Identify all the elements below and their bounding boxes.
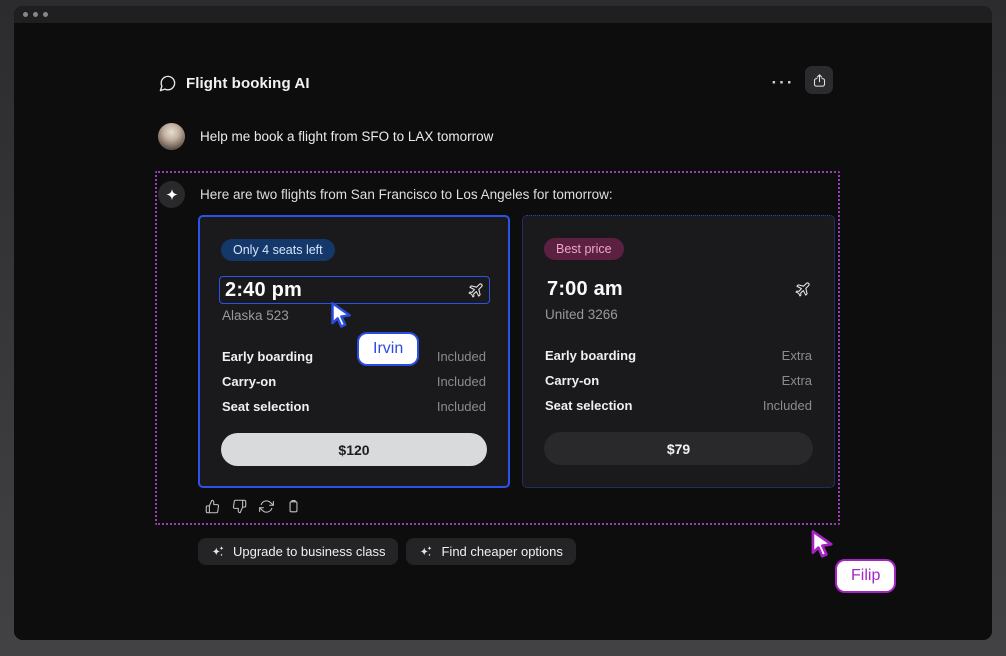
flight-number: United 3266 (545, 307, 618, 322)
copy-button[interactable] (283, 496, 304, 516)
price-button[interactable]: $79 (544, 432, 813, 465)
flight-card-united[interactable]: Best price 7:00 am United 3266 Early boa… (522, 215, 835, 488)
copy-icon (286, 499, 301, 514)
feature-row: Seat selection Included (222, 394, 486, 419)
window-control-dot[interactable] (43, 12, 48, 17)
chip-upgrade-business[interactable]: Upgrade to business class (198, 538, 398, 565)
app-window: Flight booking AI ··· Help me book a fli… (14, 6, 992, 640)
flight-time-row[interactable]: 2:40 pm (219, 276, 490, 304)
feature-row: Seat selection Included (545, 393, 812, 418)
feature-value: Extra (782, 348, 812, 363)
cursor-arrow-icon (806, 528, 838, 560)
feature-row: Early boarding Extra (545, 343, 812, 368)
feature-row: Early boarding Included (222, 344, 486, 369)
sparkles-icon (211, 545, 225, 559)
feature-value: Extra (782, 373, 812, 388)
airplane-icon (794, 281, 811, 298)
feature-row: Carry-on Included (222, 369, 486, 394)
scarcity-badge: Only 4 seats left (221, 239, 335, 261)
sparkle-icon (165, 188, 179, 202)
feature-value: Included (437, 399, 486, 414)
chip-label: Upgrade to business class (233, 544, 385, 559)
share-button[interactable] (805, 66, 833, 94)
feature-list: Early boarding Extra Carry-on Extra Seat… (545, 343, 812, 418)
regenerate-button[interactable] (256, 496, 277, 516)
feature-label: Carry-on (222, 374, 276, 389)
cursor-filip: Filip (806, 528, 838, 560)
chat-bubble-icon (158, 74, 177, 93)
thumbs-down-icon (232, 499, 247, 514)
price-button[interactable]: $120 (221, 433, 487, 466)
thumbs-up-button[interactable] (202, 496, 223, 516)
assistant-avatar (158, 181, 185, 208)
chip-find-cheaper[interactable]: Find cheaper options (406, 538, 575, 565)
feature-value: Included (437, 374, 486, 389)
feature-list: Early boarding Included Carry-on Include… (222, 344, 486, 419)
assistant-intro-text: Here are two flights from San Francisco … (200, 181, 613, 208)
chat-header: Flight booking AI (158, 69, 310, 97)
best-price-badge: Best price (544, 238, 624, 260)
window-titlebar (14, 6, 992, 23)
feedback-toolbar (202, 496, 304, 516)
feature-label: Seat selection (222, 399, 309, 414)
thumbs-down-button[interactable] (229, 496, 250, 516)
sparkles-icon (419, 545, 433, 559)
thumbs-up-icon (205, 499, 220, 514)
departure-time: 7:00 am (547, 278, 623, 301)
flight-number: Alaska 523 (222, 308, 289, 323)
chat-canvas: Flight booking AI ··· Help me book a fli… (14, 23, 992, 640)
feature-label: Seat selection (545, 398, 632, 413)
feature-value: Included (437, 349, 486, 364)
suggestion-chips: Upgrade to business class Find cheaper o… (198, 538, 576, 565)
feature-label: Early boarding (545, 348, 636, 363)
departure-time: 2:40 pm (225, 279, 302, 302)
cursor-name-label: Filip (835, 559, 896, 593)
airplane-icon (467, 282, 484, 299)
share-icon (812, 73, 827, 88)
page-title: Flight booking AI (186, 75, 310, 92)
feature-label: Early boarding (222, 349, 313, 364)
user-avatar (158, 123, 185, 150)
window-control-dot[interactable] (23, 12, 28, 17)
feature-row: Carry-on Extra (545, 368, 812, 393)
flight-time-row: 7:00 am (542, 275, 816, 303)
flight-card-alaska[interactable]: Only 4 seats left 2:40 pm Alaska 523 Ear… (198, 215, 510, 488)
feature-label: Carry-on (545, 373, 599, 388)
feature-value: Included (763, 398, 812, 413)
chip-label: Find cheaper options (441, 544, 562, 559)
window-control-dot[interactable] (33, 12, 38, 17)
user-message: Help me book a flight from SFO to LAX to… (200, 123, 493, 150)
more-options-button[interactable]: ··· (766, 69, 800, 97)
refresh-icon (259, 499, 274, 514)
